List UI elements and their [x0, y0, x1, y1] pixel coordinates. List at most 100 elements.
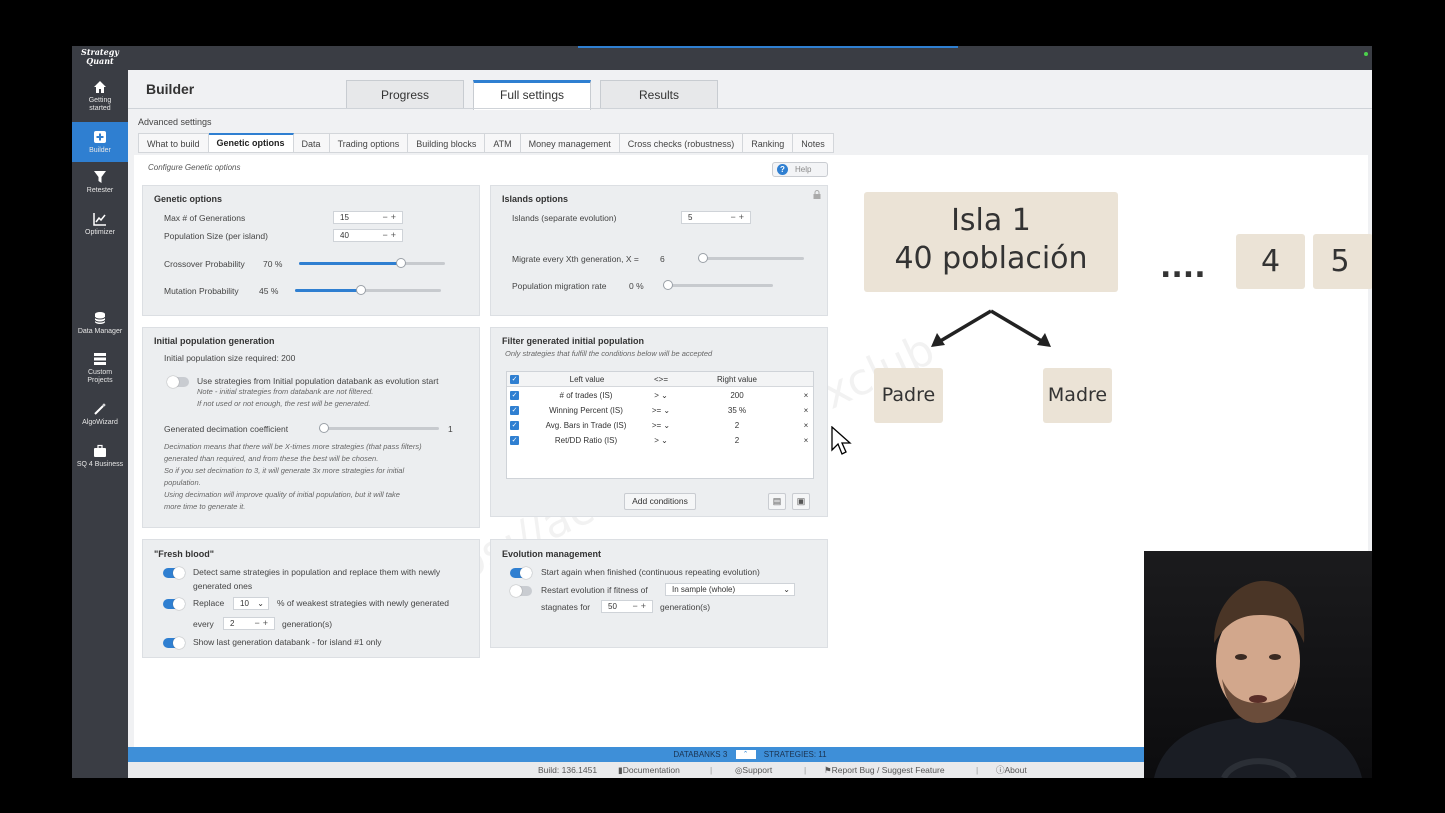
sidebar-item-optimizer[interactable]: Optimizer	[72, 212, 128, 246]
column-header: Left value	[569, 375, 605, 384]
subtab-ranking[interactable]: Ranking	[743, 133, 794, 153]
detect-duplicates-toggle[interactable]	[163, 567, 185, 579]
islands-value: 5	[688, 213, 693, 222]
islands-stepper[interactable]: 5 −+	[681, 211, 751, 224]
select-all-checkbox[interactable]: ✓	[510, 375, 519, 384]
save-icon[interactable]: ▣	[792, 493, 810, 510]
table-row[interactable]: ✓ Ret/DD Ratio (IS) > ⌄ 2 ×	[507, 433, 813, 448]
max-generations-label: Max # of Generations	[164, 213, 246, 223]
about-link[interactable]: ⓘ About	[996, 762, 1027, 778]
tab-full-settings[interactable]: Full settings	[473, 80, 591, 110]
mutation-slider-fill	[295, 289, 361, 292]
left-value[interactable]: Ret/DD Ratio (IS)	[527, 433, 645, 448]
mutation-label: Mutation Probability	[164, 286, 239, 296]
left-value[interactable]: Winning Percent (IS)	[527, 403, 645, 418]
stepper-buttons[interactable]: −+	[382, 212, 399, 223]
separator: |	[804, 765, 807, 775]
subtab-genetic-options[interactable]: Genetic options	[208, 133, 294, 153]
crossover-slider-knob[interactable]	[396, 258, 407, 268]
every-stepper[interactable]: 2 −+	[223, 617, 275, 630]
left-value[interactable]: Avg. Bars in Trade (IS)	[527, 418, 645, 433]
subtab-notes[interactable]: Notes	[793, 133, 834, 153]
remove-row-icon[interactable]: ×	[801, 418, 811, 433]
subtab-money-management[interactable]: Money management	[520, 133, 620, 153]
operator-select[interactable]: > ⌄	[647, 388, 675, 403]
stagnates-stepper[interactable]: 50 −+	[601, 600, 653, 613]
show-last-generation-toggle[interactable]	[163, 637, 185, 649]
list-icon	[94, 353, 106, 365]
population-size-stepper[interactable]: 40 −+	[333, 229, 403, 242]
tab-results[interactable]: Results	[600, 80, 718, 109]
table-row[interactable]: ✓ Winning Percent (IS) >= ⌄ 35 % ×	[507, 403, 813, 418]
restart-toggle[interactable]	[510, 585, 532, 597]
sidebar-item-getting-started[interactable]: Getting started	[72, 78, 128, 118]
left-value[interactable]: # of trades (IS)	[527, 388, 645, 403]
subtab-what-to-build[interactable]: What to build	[138, 133, 209, 153]
stepper-buttons[interactable]: −+	[632, 601, 649, 612]
table-row[interactable]: ✓ # of trades (IS) > ⌄ 200 ×	[507, 388, 813, 403]
population-size-value: 40	[340, 231, 349, 240]
open-folder-icon[interactable]: ▤	[768, 493, 786, 510]
subtab-data[interactable]: Data	[293, 133, 330, 153]
sidebar-item-data-manager[interactable]: Data Manager	[72, 311, 128, 345]
decimation-slider[interactable]	[319, 423, 439, 433]
fitness-sample-select[interactable]: In sample (whole) ⌄	[665, 583, 795, 596]
sidebar-item-retester[interactable]: Retester	[72, 170, 128, 204]
use-databank-toggle[interactable]	[167, 376, 189, 388]
operator-select[interactable]: > ⌄	[647, 433, 675, 448]
support-link[interactable]: ◎ Support	[735, 762, 772, 778]
report-bug-link[interactable]: ⚑ Report Bug / Suggest Feature	[824, 762, 945, 778]
sidebar-item-algowizard[interactable]: AlgoWizard	[72, 402, 128, 436]
help-button[interactable]: ? Help	[772, 162, 828, 177]
mutation-slider[interactable]	[295, 285, 441, 295]
migration-rate-slider-knob[interactable]	[663, 280, 673, 290]
subtab-building-blocks[interactable]: Building blocks	[408, 133, 486, 153]
replace-toggle[interactable]	[163, 598, 185, 610]
stepper-buttons[interactable]: −+	[382, 230, 399, 241]
row-checkbox[interactable]: ✓	[510, 406, 519, 415]
remove-row-icon[interactable]: ×	[801, 403, 811, 418]
subtab-atm[interactable]: ATM	[485, 133, 521, 153]
sidebar-label: Builder	[89, 147, 111, 154]
right-value[interactable]: 2	[687, 433, 787, 448]
add-conditions-button[interactable]: Add conditions	[624, 493, 696, 510]
operator-select[interactable]: >= ⌄	[647, 418, 675, 433]
right-value[interactable]: 35 %	[687, 403, 787, 418]
about-label: About	[1004, 765, 1027, 775]
sidebar-item-sq4business[interactable]: SQ 4 Business	[72, 444, 128, 478]
migrate-value: 6	[660, 254, 665, 264]
filter-table: ✓ Left value <>= Right value ✓ # of trad…	[506, 371, 814, 479]
row-checkbox[interactable]: ✓	[510, 391, 519, 400]
max-generations-stepper[interactable]: 15 −+	[333, 211, 403, 224]
migrate-slider-knob[interactable]	[698, 253, 708, 263]
sidebar-label: Optimizer	[85, 229, 115, 236]
sidebar-item-builder[interactable]: Builder	[72, 122, 128, 162]
right-value[interactable]: 200	[687, 388, 787, 403]
crossover-slider[interactable]	[299, 258, 445, 268]
operator-select[interactable]: >= ⌄	[647, 403, 675, 418]
panel-title: Evolution management	[502, 549, 602, 559]
report-bug-label: Report Bug / Suggest Feature	[831, 765, 945, 775]
mutation-value: 45 %	[259, 286, 279, 296]
every-label: every	[193, 619, 214, 629]
row-checkbox[interactable]: ✓	[510, 421, 519, 430]
remove-row-icon[interactable]: ×	[801, 433, 811, 448]
tab-progress[interactable]: Progress	[346, 80, 464, 109]
chevron-up-icon[interactable]: ⌃	[735, 750, 756, 760]
subtab-trading-options[interactable]: Trading options	[329, 133, 409, 153]
row-checkbox[interactable]: ✓	[510, 436, 519, 445]
table-row[interactable]: ✓ Avg. Bars in Trade (IS) >= ⌄ 2 ×	[507, 418, 813, 433]
migration-rate-slider[interactable]	[663, 280, 773, 290]
decimation-slider-knob[interactable]	[319, 423, 329, 433]
documentation-link[interactable]: ▮ Documentation	[618, 762, 680, 778]
migrate-slider[interactable]	[698, 253, 804, 263]
remove-row-icon[interactable]: ×	[801, 388, 811, 403]
stepper-buttons[interactable]: −+	[730, 212, 747, 223]
mutation-slider-knob[interactable]	[355, 285, 366, 295]
stepper-buttons[interactable]: −+	[254, 618, 271, 629]
start-again-toggle[interactable]	[510, 567, 532, 579]
right-value[interactable]: 2	[687, 418, 787, 433]
sidebar-item-custom-projects[interactable]: Custom Projects	[72, 352, 128, 392]
replace-percent-select[interactable]: 10 ⌄	[233, 597, 269, 610]
subtab-cross-checks[interactable]: Cross checks (robustness)	[619, 133, 744, 153]
